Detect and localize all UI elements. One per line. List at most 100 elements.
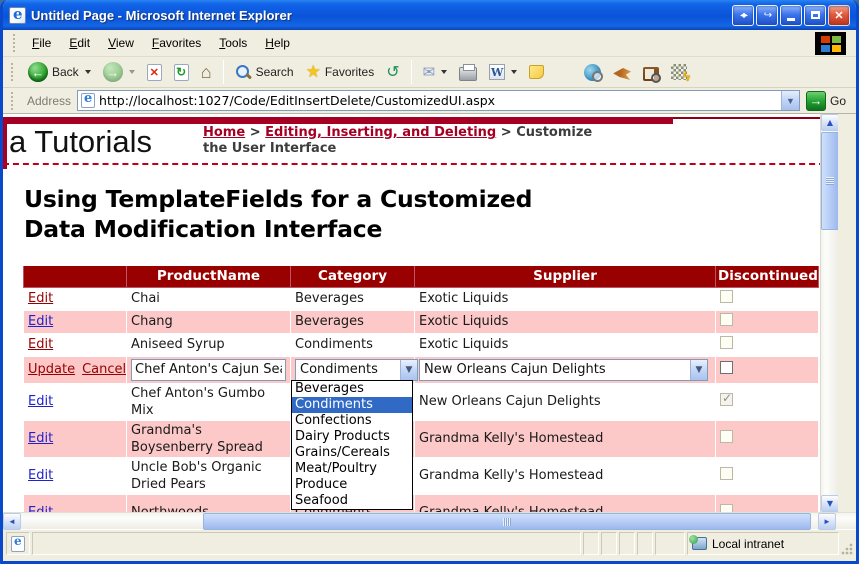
word-icon: W xyxy=(489,64,505,80)
dropdown-option[interactable]: Confections xyxy=(292,413,412,429)
status-cell xyxy=(619,532,635,555)
edit-link[interactable]: Edit xyxy=(28,394,53,409)
back-dropdown-caret[interactable] xyxy=(85,70,91,74)
search-button[interactable]: Search xyxy=(230,62,299,83)
cancel-link[interactable]: Cancel xyxy=(82,362,126,377)
stop-button[interactable]: ✕ xyxy=(142,62,167,83)
go-arrow-icon: → xyxy=(806,91,826,111)
history-button[interactable]: ↺ xyxy=(381,60,404,84)
horizontal-scrollbar[interactable]: ◄ ► xyxy=(3,512,856,529)
header-category: Category xyxy=(291,266,415,287)
discontinued-checkbox[interactable] xyxy=(720,361,733,374)
dropdown-option[interactable]: Beverages xyxy=(292,381,412,397)
back-icon: ← xyxy=(28,62,48,82)
status-cell xyxy=(601,532,617,555)
forward-button[interactable]: → xyxy=(98,60,140,84)
dropdown-option[interactable]: Grains/Cereals xyxy=(292,445,412,461)
scroll-down-button[interactable]: ▼ xyxy=(821,495,838,512)
dropdown-option-selected[interactable]: Condiments xyxy=(292,397,412,413)
product-name-input[interactable] xyxy=(131,359,286,381)
title-bar[interactable]: Untitled Page - Microsoft Internet Explo… xyxy=(3,0,856,30)
scroll-left-button[interactable]: ◄ xyxy=(3,513,21,530)
go-button[interactable]: → Go xyxy=(806,91,852,111)
addon-messenger-button[interactable] xyxy=(666,62,692,82)
discuss-button[interactable] xyxy=(524,63,549,81)
menu-favorites[interactable]: Favorites xyxy=(143,32,210,54)
forward-dropdown-caret xyxy=(129,70,135,74)
edit-link[interactable]: Edit xyxy=(28,291,53,306)
addon-bird-button[interactable] xyxy=(608,62,636,82)
address-dropdown-button[interactable]: ▼ xyxy=(781,91,799,110)
edit-link[interactable]: Edit xyxy=(28,431,53,446)
home-button[interactable]: ⌂ xyxy=(196,62,217,82)
standard-buttons-toolbar: ← Back → ✕ ↻ ⌂ Search ★ Favorites ↺ ✉ W xyxy=(3,57,856,88)
favorites-button[interactable]: ★ Favorites xyxy=(301,60,380,84)
status-page-icon-cell xyxy=(6,532,30,555)
toolbar-grip[interactable] xyxy=(11,92,15,110)
close-button[interactable]: ✕ xyxy=(828,5,850,26)
bird-icon xyxy=(613,68,631,80)
print-button[interactable] xyxy=(454,62,482,83)
dropdown-option[interactable]: Meat/Poultry xyxy=(292,461,412,477)
edit-link[interactable]: Edit xyxy=(28,314,53,329)
menu-tools[interactable]: Tools xyxy=(210,32,256,54)
header-discontinued: Discontinued xyxy=(716,266,819,287)
chevron-down-icon[interactable]: ▼ xyxy=(690,360,707,380)
refresh-button[interactable]: ↻ xyxy=(169,62,194,83)
edit-with-word-button[interactable]: W xyxy=(484,62,522,82)
dropdown-option[interactable]: Dairy Products xyxy=(292,429,412,445)
mail-dropdown-caret[interactable] xyxy=(441,70,447,74)
edit-link[interactable]: Edit xyxy=(28,505,53,512)
menu-file[interactable]: File xyxy=(23,32,60,54)
toolbar-grip[interactable] xyxy=(13,34,17,52)
research-button[interactable] xyxy=(579,62,606,83)
back-button[interactable]: ← Back xyxy=(23,60,96,84)
home-icon: ⌂ xyxy=(201,64,212,80)
scroll-right-button[interactable]: ► xyxy=(818,513,836,530)
breadcrumb-home-link[interactable]: Home xyxy=(203,125,245,140)
supplier-select[interactable]: New Orleans Cajun Delights ▼ xyxy=(419,359,708,381)
window-extra-export-button[interactable]: ↪ xyxy=(756,5,778,26)
minimize-button[interactable] xyxy=(780,5,802,26)
address-url[interactable]: http://localhost:1027/Code/EditInsertDel… xyxy=(99,93,777,108)
menu-help[interactable]: Help xyxy=(256,32,299,54)
vertical-scroll-thumb[interactable] xyxy=(821,132,838,230)
update-link[interactable]: Update xyxy=(28,362,75,377)
status-bar: Local intranet xyxy=(3,529,856,557)
scroll-up-button[interactable]: ▲ xyxy=(821,114,838,131)
window-extra-arrows-button[interactable]: ◂▸ xyxy=(732,5,754,26)
chevron-down-icon[interactable]: ▼ xyxy=(400,360,417,380)
header-accent-bar xyxy=(3,117,673,124)
dropdown-option[interactable]: Seafood xyxy=(292,493,412,509)
menu-edit[interactable]: Edit xyxy=(60,32,99,54)
discontinued-checkbox xyxy=(720,290,733,303)
book-magnifier-icon xyxy=(643,67,659,81)
discontinued-checkbox xyxy=(720,430,733,443)
window-resize-grip[interactable] xyxy=(841,543,853,555)
table-row: Edit Aniseed Syrup Condiments Exotic Liq… xyxy=(24,333,819,356)
supplier-select-value: New Orleans Cajun Delights xyxy=(420,362,610,377)
horizontal-scroll-thumb[interactable] xyxy=(203,513,811,530)
mail-button[interactable]: ✉ xyxy=(418,61,453,83)
vertical-scrollbar[interactable]: ▲ ▼ xyxy=(820,114,838,512)
edit-dropdown-caret[interactable] xyxy=(511,70,517,74)
breadcrumb-section-link[interactable]: Editing, Inserting, and Deleting xyxy=(265,125,496,140)
menu-view[interactable]: View xyxy=(99,32,143,54)
page-content: a Tutorials Home > Editing, Inserting, a… xyxy=(3,114,838,512)
edit-link[interactable]: Edit xyxy=(28,468,53,483)
discontinued-checkbox xyxy=(720,504,733,512)
table-row: Edit Grandma's Boysenberry Spread Grandm… xyxy=(24,420,819,457)
page-title: Using TemplateFields for a Customized Da… xyxy=(24,184,604,244)
addon-reference-button[interactable] xyxy=(638,62,664,83)
maximize-button[interactable] xyxy=(804,5,826,26)
ie-app-icon xyxy=(9,7,26,24)
category-select[interactable]: Condiments ▼ xyxy=(295,359,418,381)
dropdown-option[interactable]: Produce xyxy=(292,477,412,493)
toolbar-grip[interactable] xyxy=(11,63,15,81)
toolbar-separator xyxy=(411,60,412,84)
edit-link[interactable]: Edit xyxy=(28,337,53,352)
category-cell: Condiments xyxy=(291,333,415,356)
refresh-icon: ↻ xyxy=(174,64,189,81)
category-cell: Beverages xyxy=(291,310,415,333)
address-field[interactable]: http://localhost:1027/Code/EditInsertDel… xyxy=(77,90,800,111)
